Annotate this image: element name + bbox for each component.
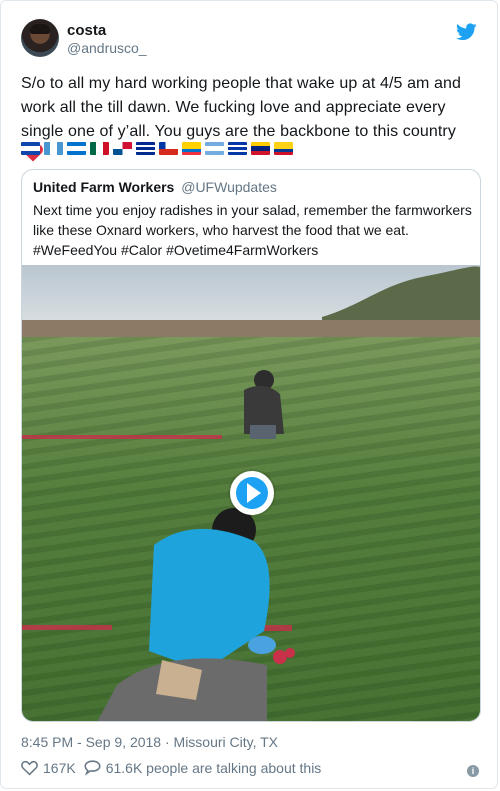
reply-bubble-icon[interactable] xyxy=(84,760,101,776)
flag-ecuador-icon xyxy=(182,142,201,155)
flag-argentina-icon xyxy=(205,142,224,155)
tweet-timestamp-location[interactable]: 8:45 PM - Sep 9, 2018 · Missouri City, T… xyxy=(21,734,278,750)
play-button[interactable] xyxy=(230,471,274,515)
flag-panama-icon xyxy=(113,142,132,155)
flag-chile-icon xyxy=(159,142,178,155)
quoted-tweet[interactable]: United Farm Workers @UFWupdates Next tim… xyxy=(21,169,481,722)
avatar[interactable] xyxy=(21,19,59,57)
conversation-count[interactable]: 61.6K people are talking about this xyxy=(106,760,322,776)
author-handle[interactable]: @andrusco_ xyxy=(67,40,147,56)
quoted-author-name: United Farm Workers xyxy=(33,179,175,195)
quoted-author-handle: @UFWupdates xyxy=(181,179,277,195)
quoted-text: Next time you enjoy radishes in your sal… xyxy=(33,202,472,258)
heart-outline-icon[interactable] xyxy=(21,760,38,776)
info-icon[interactable]: i xyxy=(467,765,479,777)
twitter-bird-icon[interactable] xyxy=(456,23,477,41)
flag-emoji-row xyxy=(21,142,293,156)
author-name[interactable]: costa xyxy=(67,22,106,39)
like-count[interactable]: 167K xyxy=(43,760,76,776)
flag-colombia-icon xyxy=(274,142,293,155)
flag-honduras-icon xyxy=(67,142,86,155)
flag-cuba-icon xyxy=(136,142,155,155)
quoted-author[interactable]: United Farm Workers @UFWupdates xyxy=(33,179,277,195)
play-icon xyxy=(247,483,261,503)
flag-uruguay-icon xyxy=(228,142,247,155)
tweet-card[interactable]: costa @andrusco_ S/o to all my hard work… xyxy=(0,0,498,789)
flag-mexico-icon xyxy=(90,142,109,155)
flag-el-salvador-icon xyxy=(21,142,40,155)
tweet-body: S/o to all my hard working people that w… xyxy=(21,75,462,140)
flag-venezuela-icon xyxy=(251,142,270,155)
video-player[interactable] xyxy=(22,265,480,721)
tweet-actions: 167K 61.6K people are talking about this xyxy=(21,760,321,776)
flag-guatemala-icon xyxy=(44,142,63,155)
